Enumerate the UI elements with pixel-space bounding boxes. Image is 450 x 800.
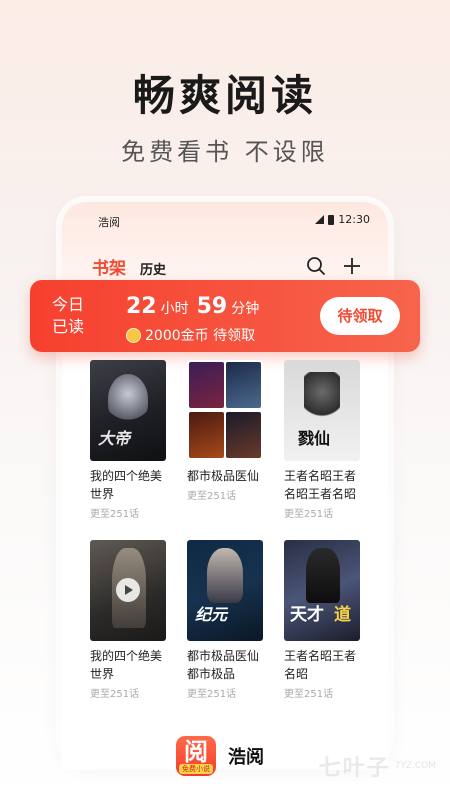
status-time: 12:30 (338, 213, 370, 226)
search-icon[interactable] (306, 256, 326, 276)
status-app-name: 浩阅 (98, 216, 120, 229)
reading-time: 22 小时 59 分钟 (126, 294, 263, 319)
book-update: 更至251话 (187, 689, 237, 700)
book-card[interactable]: 天才 道 王者名昭王者名昭 更至251话 (284, 540, 360, 700)
book-cover (187, 360, 263, 461)
book-update: 更至251话 (284, 509, 334, 520)
book-card[interactable]: 大帝 我的四个绝美世界 更至251话 (90, 360, 166, 520)
book-cover: 纪元 (187, 540, 263, 641)
claim-button[interactable]: 待领取 (320, 297, 400, 335)
book-title: 都市极品医仙都市极品 (187, 649, 260, 681)
book-cover (90, 540, 166, 641)
today-read-label: 今日已读 (52, 295, 85, 336)
book-card[interactable]: 戮仙 王者名昭王者名昭王者名昭 更至251话 (284, 360, 360, 520)
book-card[interactable]: 我的四个绝美世界 更至251话 (90, 540, 166, 700)
tab-history[interactable]: 历史 (140, 259, 166, 278)
hours-value: 22 (126, 294, 157, 319)
coin-icon (126, 327, 141, 343)
brand-name: 浩阅 (228, 747, 264, 768)
book-cover: 天才 道 (284, 540, 360, 641)
book-update: 更至251话 (90, 509, 140, 520)
watermark: 七叶子 7YZ.COM (319, 750, 436, 782)
book-title: 我的四个绝美世界 (90, 649, 163, 681)
play-icon[interactable] (116, 578, 140, 602)
coins-row: 2000金币 待领取 (126, 325, 255, 345)
top-actions (306, 256, 362, 276)
footer-brand: 阅 免费小说 浩阅 (176, 736, 264, 776)
book-update: 更至251话 (284, 689, 334, 700)
book-update: 更至251话 (90, 689, 140, 700)
logo-tag: 免费小说 (179, 764, 213, 774)
minutes-unit: 分钟 (231, 301, 260, 317)
book-title: 王者名昭王者名昭王者名昭 (284, 469, 357, 501)
headline: 畅爽阅读 (132, 71, 317, 120)
minutes-value: 59 (196, 294, 228, 319)
book-card[interactable]: 都市极品医仙 更至251话 (187, 360, 263, 502)
watermark-text: 七叶子 (318, 756, 391, 781)
subline: 免费看书 不设限 (121, 138, 329, 166)
book-title: 我的四个绝美世界 (90, 469, 163, 501)
reading-time-banner[interactable]: 今日已读 22 小时 59 分钟 2000金币 待领取 待领取 (30, 280, 420, 352)
coins-text: 2000金币 待领取 (145, 328, 256, 344)
book-cover: 戮仙 (284, 360, 360, 461)
status-bar: 浩阅 12:30 (62, 212, 388, 232)
app-logo: 阅 免费小说 (176, 736, 216, 776)
battery-icon (328, 214, 335, 225)
watermark-sub: 7YZ.COM (394, 761, 436, 771)
hours-unit: 小时 (160, 301, 189, 317)
book-title: 王者名昭王者名昭 (284, 649, 357, 681)
status-right: 12:30 (315, 213, 370, 226)
signal-icon (315, 215, 325, 224)
book-title: 都市极品医仙 (187, 469, 260, 483)
add-icon[interactable] (342, 256, 362, 276)
tab-bookshelf[interactable]: 书架 (92, 254, 126, 279)
shelf-tabs: 书架 历史 (92, 254, 166, 279)
book-card[interactable]: 纪元 都市极品医仙都市极品 更至251话 (187, 540, 263, 700)
book-cover: 大帝 (90, 360, 166, 461)
book-update: 更至251话 (187, 491, 237, 502)
